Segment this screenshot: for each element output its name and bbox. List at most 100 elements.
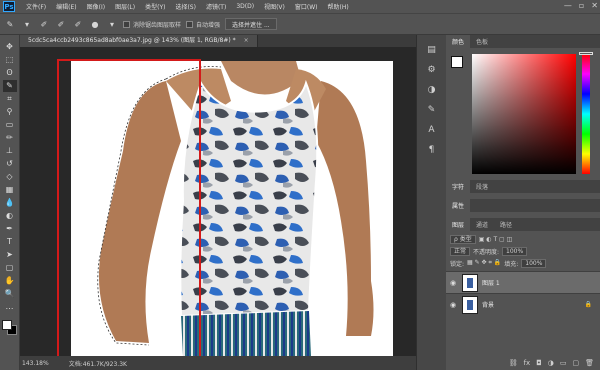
lock-icons[interactable]: ▦ ✎ ✥ ⌗ 🔒 xyxy=(467,259,501,267)
zoom-level[interactable]: 143.18% xyxy=(22,360,49,367)
tab-properties[interactable]: 属性 xyxy=(446,199,471,212)
tools-panel: ✥ ⬚ ʘ ✎ ⌗ ⚲ ▭ ✏ ⊥ ↺ ◇ ▦ 💧 ◐ ✒ T ➤ ▢ ✋ 🔍 … xyxy=(0,35,20,370)
menu-view[interactable]: 视图(V) xyxy=(259,2,290,11)
sample-all-layers-checkbox[interactable]: 消除锯齿图层取样 xyxy=(123,20,181,29)
color-panel xyxy=(446,48,600,180)
new-layer-icon[interactable]: ▢ xyxy=(572,359,579,367)
properties-icon[interactable]: ⚙ xyxy=(425,63,439,77)
path-select-tool-icon[interactable]: ➤ xyxy=(3,249,17,261)
blend-row: 正常 不透明度: 100% xyxy=(450,245,596,257)
zoom-tool-icon[interactable]: 🔍 xyxy=(3,288,17,300)
color-panel-tabs: 颜色 色板 xyxy=(446,35,600,48)
history-icon[interactable]: ▤ xyxy=(425,43,439,57)
menu-layer[interactable]: 图层(L) xyxy=(110,2,140,11)
eraser-tool-icon[interactable]: ◇ xyxy=(3,171,17,183)
auto-enhance-checkbox[interactable]: 自动增强 xyxy=(186,20,220,29)
add-selection-icon[interactable]: ✐ xyxy=(55,18,67,30)
menu-window[interactable]: 窗口(W) xyxy=(290,2,323,11)
brush-tool-icon[interactable]: ✏ xyxy=(3,132,17,144)
menu-help[interactable]: 帮助(H) xyxy=(323,2,354,11)
color-swatches[interactable] xyxy=(1,320,18,336)
menu-edit[interactable]: 编辑(E) xyxy=(51,2,81,11)
link-icon[interactable]: ⛓ xyxy=(509,359,518,367)
layer-kind-filter[interactable]: ρ 类型 xyxy=(450,234,476,244)
lock-label: 锁定: xyxy=(450,260,465,268)
quick-select-tool-icon[interactable]: ✎ xyxy=(4,18,16,30)
foreground-color-swatch[interactable] xyxy=(1,320,12,330)
menu-3d[interactable]: 3D(D) xyxy=(231,3,259,10)
mask-icon[interactable]: ◘ xyxy=(536,359,542,367)
healing-tool-icon[interactable]: ▭ xyxy=(3,119,17,131)
move-tool-icon[interactable]: ✥ xyxy=(3,41,17,53)
color-field[interactable] xyxy=(472,54,576,174)
opacity-input[interactable]: 100% xyxy=(502,246,528,256)
eye-icon[interactable]: ◉ xyxy=(450,301,458,309)
tab-paragraph[interactable]: 段落 xyxy=(470,180,494,193)
opacity-label: 不透明度: xyxy=(473,248,500,256)
layer-row[interactable]: ◉ 背景 🔒 xyxy=(446,293,600,315)
folder-icon[interactable]: ▭ xyxy=(560,359,567,367)
tab-character[interactable]: 字符 xyxy=(446,180,471,193)
layer-name: 背景 xyxy=(482,302,495,309)
dodge-tool-icon[interactable]: ◐ xyxy=(3,210,17,222)
auto-enhance-label: 自动增强 xyxy=(196,21,221,29)
tab-channels[interactable]: 通道 xyxy=(470,218,494,231)
highlight-rectangle xyxy=(57,59,201,369)
maximize-button[interactable]: ▫ xyxy=(579,1,584,10)
tab-layers[interactable]: 图层 xyxy=(446,218,471,231)
type-tool-icon[interactable]: T xyxy=(3,236,17,248)
menu-file[interactable]: 文件(F) xyxy=(21,2,51,11)
lasso-tool-icon[interactable]: ʘ xyxy=(3,67,17,79)
paragraph-icon[interactable]: ¶ xyxy=(425,143,439,157)
gradient-tool-icon[interactable]: ▦ xyxy=(3,184,17,196)
document-tab[interactable]: 5cdc5ca4ccb2493c865ad8abf0ae3a7.jpg @ 14… xyxy=(20,35,258,47)
character-panel-tabs: 字符 段落 xyxy=(446,180,600,193)
photoshop-window: Ps 文件(F) 编辑(E) 图像(I) 图层(L) 类型(Y) 选择(S) 滤… xyxy=(0,0,600,370)
menu-filter[interactable]: 滤镜(T) xyxy=(201,2,231,11)
subtract-selection-icon[interactable]: ✐ xyxy=(72,18,84,30)
new-selection-icon[interactable]: ✐ xyxy=(38,18,50,30)
select-and-mask-button[interactable]: 选择并遮住 ... xyxy=(225,18,277,30)
layer-row[interactable]: ◉ 图层 1 xyxy=(446,271,600,293)
hue-slider[interactable] xyxy=(582,54,590,174)
blend-mode-select[interactable]: 正常 xyxy=(450,246,471,256)
menu-type[interactable]: 类型(Y) xyxy=(140,2,170,11)
shape-tool-icon[interactable]: ▢ xyxy=(3,262,17,274)
adjustments-icon[interactable]: ◑ xyxy=(425,83,439,97)
more-tools-icon[interactable]: … xyxy=(3,301,17,313)
fx-icon[interactable]: fx xyxy=(524,359,531,367)
layer-thumbnail-icon xyxy=(467,299,473,310)
trash-icon[interactable]: 🗑 xyxy=(585,359,594,367)
filter-icons[interactable]: ▣ ◐ T ▢ ◫ xyxy=(479,236,513,243)
brush-settings-icon[interactable]: ✎ xyxy=(425,103,439,117)
marquee-tool-icon[interactable]: ⬚ xyxy=(3,54,17,66)
blur-tool-icon[interactable]: 💧 xyxy=(3,197,17,209)
tab-paths[interactable]: 路径 xyxy=(494,218,518,231)
tab-swatches[interactable]: 色板 xyxy=(470,35,494,48)
minimize-button[interactable]: — xyxy=(564,1,572,10)
stamp-tool-icon[interactable]: ⊥ xyxy=(3,145,17,157)
menu-image[interactable]: 图像(I) xyxy=(82,2,110,11)
foreground-color-swatch[interactable] xyxy=(451,56,463,68)
hue-slider-handle[interactable] xyxy=(579,52,593,55)
adjustment-icon[interactable]: ◑ xyxy=(548,359,554,367)
eye-icon[interactable]: ◉ xyxy=(450,279,458,287)
fill-input[interactable]: 100% xyxy=(521,258,547,268)
eyedropper-tool-icon[interactable]: ⚲ xyxy=(3,106,17,118)
crop-tool-icon[interactable]: ⌗ xyxy=(3,93,17,105)
document-tab-bar: 5cdc5ca4ccb2493c865ad8abf0ae3a7.jpg @ 14… xyxy=(20,35,416,47)
character-icon[interactable]: A xyxy=(425,123,439,137)
history-brush-icon[interactable]: ↺ xyxy=(3,158,17,170)
pen-tool-icon[interactable]: ✒ xyxy=(3,223,17,235)
close-icon[interactable]: × xyxy=(244,37,249,44)
brush-dropdown-icon[interactable]: ▾ xyxy=(106,18,118,30)
brush-size-icon[interactable]: ● xyxy=(89,18,101,30)
chevron-down-icon[interactable]: ▾ xyxy=(21,18,33,30)
close-button[interactable]: ✕ xyxy=(591,1,598,10)
fill-label: 填充: xyxy=(504,260,519,268)
tab-color[interactable]: 颜色 xyxy=(446,35,471,48)
quick-select-tool-icon[interactable]: ✎ xyxy=(2,80,17,92)
hand-tool-icon[interactable]: ✋ xyxy=(3,275,17,287)
menu-select[interactable]: 选择(S) xyxy=(170,2,201,11)
status-bar: 143.18% 文档:461.7K/923.3K xyxy=(20,356,416,370)
